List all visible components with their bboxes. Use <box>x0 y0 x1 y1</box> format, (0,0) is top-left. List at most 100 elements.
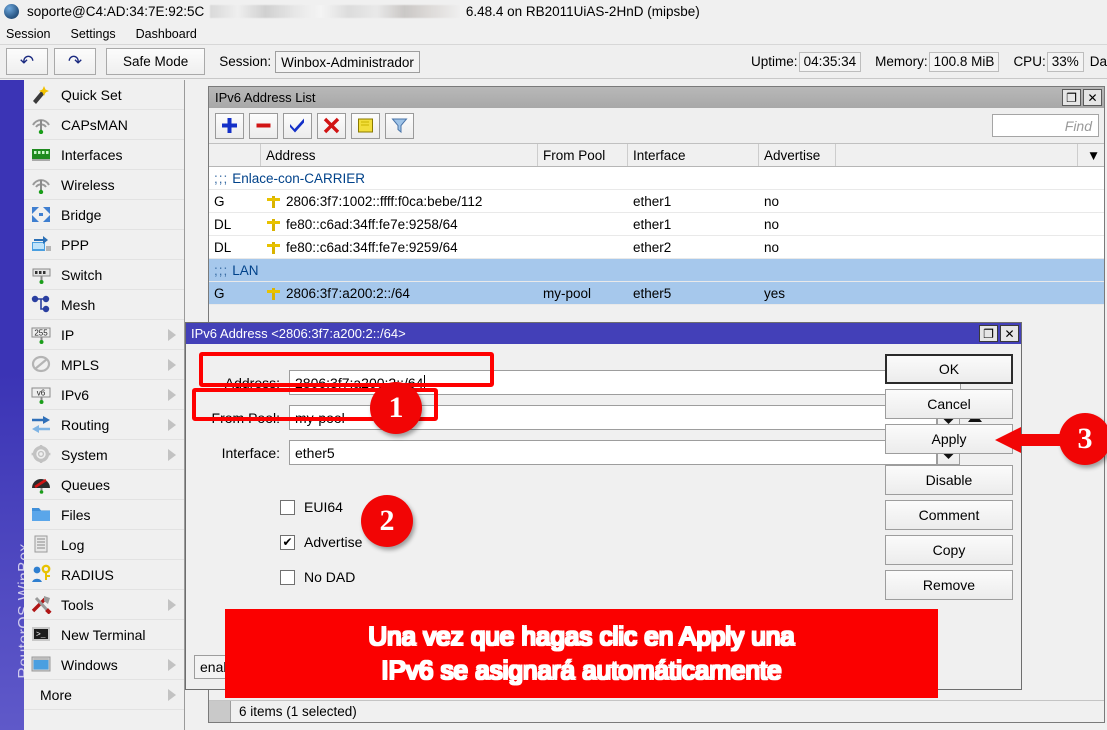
address-pin-icon <box>266 194 281 209</box>
sidebar-item-ip[interactable]: 255IP <box>24 320 184 350</box>
row-address-text: fe80::c6ad:34ff:fe7e:9258/64 <box>286 217 458 232</box>
sidebar-item-wireless[interactable]: Wireless <box>24 170 184 200</box>
sidebar-item-new-terminal[interactable]: >_New Terminal <box>24 620 184 650</box>
cpu-label: CPU: <box>1013 54 1045 69</box>
sidebar-item-label: Routing <box>61 417 109 433</box>
terminal-icon: >_ <box>30 624 54 646</box>
table-row[interactable]: G2806:3f7:1002::ffff:f0ca:bebe/112ether1… <box>209 190 1104 213</box>
dialog-maximize-icon[interactable]: ❐ <box>979 325 998 342</box>
sidebar-item-more[interactable]: More <box>24 680 184 710</box>
magic-wand-icon <box>30 84 54 106</box>
menu-settings[interactable]: Settings <box>60 27 125 41</box>
add-button[interactable] <box>215 113 244 139</box>
row-advertise: no <box>759 190 836 212</box>
chevron-right-icon <box>168 449 176 461</box>
sidebar-item-ppp[interactable]: PPP <box>24 230 184 260</box>
sidebar-item-interfaces[interactable]: Interfaces <box>24 140 184 170</box>
sidebar-item-label: System <box>61 447 108 463</box>
chevron-right-icon <box>168 359 176 371</box>
redo-icon[interactable]: ↷ <box>54 48 96 75</box>
sidebar-item-windows[interactable]: Windows <box>24 650 184 680</box>
column-address[interactable]: Address <box>261 144 538 166</box>
svg-text:v6: v6 <box>37 388 46 397</box>
sidebar-item-log[interactable]: Log <box>24 530 184 560</box>
safe-mode-button[interactable]: Safe Mode <box>106 48 205 75</box>
checkbox-advertise[interactable]: ✔ Advertise <box>280 534 362 550</box>
maximize-icon[interactable]: ❐ <box>1062 89 1081 106</box>
disable-button[interactable] <box>317 113 346 139</box>
sidebar-item-bridge[interactable]: Bridge <box>24 200 184 230</box>
row-from-pool-text: my-pool <box>543 286 591 301</box>
sidebar-item-system[interactable]: System <box>24 440 184 470</box>
folder-icon <box>30 504 54 526</box>
annotation-badge-1: 1 <box>370 382 422 434</box>
row-from-pool <box>538 213 628 235</box>
menu-dashboard[interactable]: Dashboard <box>126 27 207 41</box>
status-metrics: Uptime: 04:35:34 Memory: 100.8 MiB CPU: … <box>737 52 1107 72</box>
row-address: 2806:3f7:a200:2::/64 <box>261 282 538 304</box>
ok-button[interactable]: OK <box>885 354 1013 384</box>
chevron-right-icon <box>168 389 176 401</box>
comment-button[interactable] <box>351 113 380 139</box>
column-interface[interactable]: Interface <box>628 144 759 166</box>
advertise-checkbox-box[interactable]: ✔ <box>280 535 295 550</box>
row-spacer <box>836 213 1104 235</box>
sidebar-item-mesh[interactable]: Mesh <box>24 290 184 320</box>
remove-button[interactable] <box>249 113 278 139</box>
sidebar-item-mpls[interactable]: MPLS <box>24 350 184 380</box>
column-menu-icon[interactable]: ▼ <box>1078 144 1104 166</box>
sidebar-item-queues[interactable]: Queues <box>24 470 184 500</box>
gear-icon <box>30 444 54 466</box>
find-input[interactable]: Find <box>992 114 1099 137</box>
sidebar-item-switch[interactable]: Switch <box>24 260 184 290</box>
disable-button[interactable]: Disable <box>885 465 1013 495</box>
apply-button[interactable]: Apply <box>885 424 1013 454</box>
cancel-button[interactable]: Cancel <box>885 389 1013 419</box>
sidebar-item-capsman[interactable]: CAPsMAN <box>24 110 184 140</box>
column-advertise[interactable]: Advertise <box>759 144 836 166</box>
column-from-pool[interactable]: From Pool <box>538 144 628 166</box>
sidebar-item-label: Wireless <box>61 177 115 193</box>
table-row[interactable]: DLfe80::c6ad:34ff:fe7e:9258/64ether1no <box>209 213 1104 236</box>
enable-button[interactable] <box>283 113 312 139</box>
sidebar-item-ipv6[interactable]: v6IPv6 <box>24 380 184 410</box>
menu-session[interactable]: Session <box>0 27 60 41</box>
copy-button[interactable]: Copy <box>885 535 1013 565</box>
switch-icon <box>30 264 54 286</box>
row-advertise-text: no <box>764 240 779 255</box>
sidebar-item-label: Interfaces <box>61 147 122 163</box>
close-icon[interactable]: ✕ <box>1083 89 1102 106</box>
filter-button[interactable] <box>385 113 414 139</box>
sidebar-item-routing[interactable]: Routing <box>24 410 184 440</box>
sidebar-item-label: Windows <box>61 657 118 673</box>
sidebar-item-label: Bridge <box>61 207 101 223</box>
date-label: Da <box>1090 54 1107 69</box>
dialog-close-icon[interactable]: ✕ <box>1000 325 1019 342</box>
table-row[interactable]: DLfe80::c6ad:34ff:fe7e:9259/64ether2no <box>209 236 1104 259</box>
undo-icon[interactable]: ↶ <box>6 48 48 75</box>
sidebar-item-files[interactable]: Files <box>24 500 184 530</box>
row-flags-text: G <box>214 194 225 209</box>
no-dad-checkbox-box[interactable] <box>280 570 295 585</box>
winbox-logo-icon <box>4 4 19 19</box>
comment-button[interactable]: Comment <box>885 500 1013 530</box>
checkbox-no-dad[interactable]: No DAD <box>280 569 355 585</box>
dialog-button-column: OK Cancel Apply Disable Comment Copy Rem… <box>885 354 1013 605</box>
eui64-checkbox-box[interactable] <box>280 500 295 515</box>
svg-text:>_: >_ <box>36 630 46 639</box>
sidebar-item-radius[interactable]: RADIUS <box>24 560 184 590</box>
sidebar-item-tools[interactable]: Tools <box>24 590 184 620</box>
interface-input[interactable]: ether5 <box>289 440 937 465</box>
sidebar-item-label: Files <box>61 507 91 523</box>
checkbox-eui64[interactable]: EUI64 <box>280 499 343 515</box>
table-row[interactable]: ;;;LAN <box>209 259 1104 282</box>
address-pin-icon <box>266 240 281 255</box>
column-flags[interactable] <box>209 144 261 166</box>
from-pool-label: From Pool: <box>200 410 280 426</box>
remove-button[interactable]: Remove <box>885 570 1013 600</box>
table-row[interactable]: ;;;Enlace-con-CARRIER <box>209 167 1104 190</box>
table-row[interactable]: G2806:3f7:a200:2::/64my-poolether5yes <box>209 282 1104 305</box>
session-field[interactable]: Winbox-Administrador <box>275 51 420 73</box>
sidebar-item-quick-set[interactable]: Quick Set <box>24 80 184 110</box>
interface-row: Interface: ether5 <box>200 440 960 465</box>
